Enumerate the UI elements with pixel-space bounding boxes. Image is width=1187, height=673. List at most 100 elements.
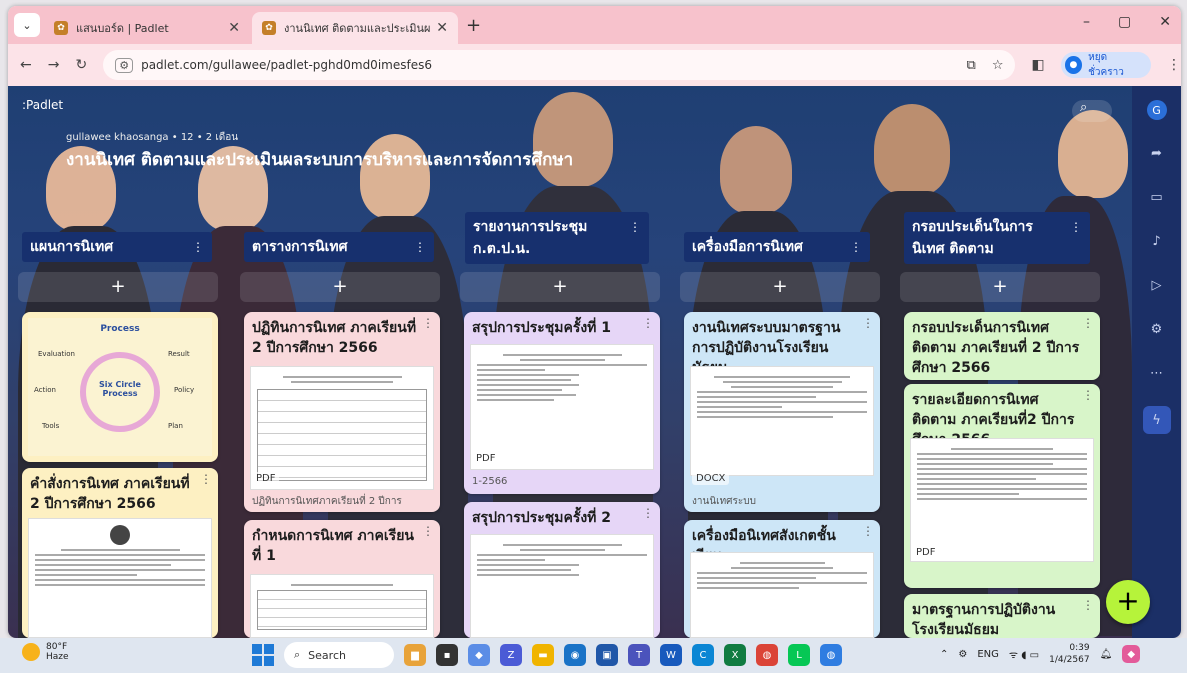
task-view-icon[interactable]: ▪ bbox=[436, 644, 458, 666]
weather-widget[interactable]: 80°F Haze bbox=[22, 642, 69, 662]
language-indicator[interactable]: ENG bbox=[977, 649, 999, 660]
clock[interactable]: 0:39 1/4/2567 bbox=[1049, 642, 1089, 666]
post-card-meeting-1[interactable]: ⋮ สรุปการประชุมครั้งที่ 1 PDF 1-2566 bbox=[464, 312, 660, 494]
browser-menu-icon[interactable]: ⋮ bbox=[1167, 57, 1181, 73]
play-icon[interactable]: ▷ bbox=[1146, 274, 1168, 296]
back-icon[interactable]: ← bbox=[20, 57, 32, 73]
post-menu-icon[interactable]: ⋮ bbox=[642, 316, 654, 330]
section-title: ตารางการนิเทศ bbox=[252, 239, 348, 255]
teams-icon[interactable]: Z bbox=[500, 644, 522, 666]
edge-icon[interactable]: ◉ bbox=[564, 644, 586, 666]
section-more-icon[interactable]: ⋮ bbox=[1070, 216, 1082, 238]
profile-icon[interactable]: G bbox=[1146, 100, 1167, 120]
section-more-icon[interactable]: ⋮ bbox=[850, 236, 862, 258]
section-header-plan[interactable]: แผนการนิเทศ ⋮ bbox=[22, 232, 212, 262]
post-menu-icon[interactable]: ⋮ bbox=[862, 524, 874, 538]
tab-padlet-home[interactable]: ✿ แสนบอร์ด | Padlet ✕ bbox=[44, 12, 250, 44]
section-title: กรอบประเด็นในการนิเทศ ติดตาม bbox=[912, 219, 1033, 257]
reload-icon[interactable]: ↻ bbox=[75, 57, 87, 73]
browser-window: ⌄ ✿ แสนบอร์ด | Padlet ✕ ✿ งานนิเทศ ติดตา… bbox=[8, 6, 1181, 638]
add-post-fab[interactable]: + bbox=[1106, 580, 1150, 624]
store-icon[interactable]: ▣ bbox=[596, 644, 618, 666]
section-header-meeting[interactable]: รายงานการประชุม ก.ต.ป.น. ⋮ bbox=[465, 212, 649, 264]
padlet-logo[interactable]: :Padlet bbox=[22, 98, 63, 112]
forward-icon[interactable]: → bbox=[48, 57, 60, 73]
post-menu-icon[interactable]: ⋮ bbox=[1082, 598, 1094, 612]
board-search-icon[interactable]: ⌕ bbox=[1072, 100, 1112, 122]
start-button[interactable] bbox=[252, 644, 274, 666]
add-post-button[interactable]: + bbox=[680, 272, 880, 302]
post-menu-icon[interactable]: ⋮ bbox=[422, 316, 434, 330]
section-more-icon[interactable]: ⋮ bbox=[192, 236, 204, 258]
copilot-icon[interactable]: ◆ bbox=[1122, 645, 1141, 663]
install-app-icon[interactable]: ⧉ bbox=[967, 58, 976, 73]
tab-search-button[interactable]: ⌄ bbox=[14, 13, 40, 37]
post-menu-icon[interactable]: ⋮ bbox=[642, 506, 654, 520]
post-card-framework[interactable]: ⋮ กรอบประเด็นการนิเทศ ติดตาม ภาคเรียนที่… bbox=[904, 312, 1100, 380]
process-graphic-title: Process bbox=[100, 324, 140, 334]
chrome-profile-icon[interactable]: ◍ bbox=[820, 644, 842, 666]
settings-icon[interactable]: ⚙ bbox=[1146, 318, 1168, 340]
section-more-icon[interactable]: ⋮ bbox=[629, 216, 641, 238]
post-menu-icon[interactable]: ⋮ bbox=[200, 472, 212, 486]
file-explorer-icon[interactable]: ▆ bbox=[404, 644, 426, 666]
process-label: Tools bbox=[42, 422, 60, 430]
post-card-order[interactable]: ⋮ คำสั่งการนิเทศ ภาคเรียนที่ 2 ปีการศึกษ… bbox=[22, 468, 218, 638]
bookmark-star-icon[interactable]: ☆ bbox=[992, 58, 1004, 73]
post-card-calendar[interactable]: ⋮ ปฏิทินการนิเทศ ภาคเรียนที่ 2 ปีการศึกษ… bbox=[244, 312, 440, 512]
close-tab-icon[interactable]: ✕ bbox=[436, 20, 448, 36]
post-menu-icon[interactable]: ⋮ bbox=[422, 524, 434, 538]
process-label: Action bbox=[34, 386, 56, 394]
sidepanel-icon[interactable]: ◧ bbox=[1031, 57, 1044, 73]
word-icon[interactable]: W bbox=[660, 644, 682, 666]
add-post-button[interactable]: + bbox=[18, 272, 218, 302]
teams-chat-icon[interactable]: T bbox=[628, 644, 650, 666]
post-card-framework-details[interactable]: ⋮ รายละเอียดการนิเทศ ติดตาม ภาคเรียนที่2… bbox=[904, 384, 1100, 588]
url-field[interactable]: ⚙ padlet.com/gullawee/padlet-pghd0md0ime… bbox=[103, 50, 1016, 80]
wifi-volume-battery-icon[interactable]: ᯤ ◖ ▭ bbox=[1009, 647, 1039, 661]
bell-icon[interactable]: ♪ bbox=[1146, 230, 1168, 252]
more-icon[interactable]: ⋯ bbox=[1146, 362, 1168, 384]
notification-bell-icon[interactable]: 🔔︎ bbox=[1100, 649, 1113, 660]
section-title: เครื่องมือการนิเทศ bbox=[692, 239, 803, 255]
add-post-button[interactable]: + bbox=[900, 272, 1100, 302]
close-window-button[interactable]: ✕ bbox=[1159, 14, 1171, 30]
post-card-standards-tool[interactable]: ⋮ งานนิเทศระบบมาตรฐานการปฏิบัติงานโรงเรี… bbox=[684, 312, 880, 512]
new-tab-button[interactable]: + bbox=[466, 15, 481, 36]
post-card-meeting-2[interactable]: ⋮ สรุปการประชุมครั้งที่ 2 bbox=[464, 502, 660, 638]
post-card-school-standards[interactable]: ⋮ มาตรฐานการปฏิบัติงานโรงเรียนมัธยม bbox=[904, 594, 1100, 638]
section-header-schedule[interactable]: ตารางการนิเทศ ⋮ bbox=[244, 232, 434, 262]
tab-current-board[interactable]: ✿ งานนิเทศ ติดตามและประเมินผลระบบ ✕ bbox=[252, 12, 458, 44]
share-icon[interactable]: ➦ bbox=[1146, 142, 1168, 164]
section-header-framework[interactable]: กรอบประเด็นในการนิเทศ ติดตาม ⋮ bbox=[904, 212, 1090, 264]
maximize-button[interactable]: ▢ bbox=[1118, 14, 1131, 30]
outlook-icon[interactable]: C bbox=[692, 644, 714, 666]
add-post-button[interactable]: + bbox=[240, 272, 440, 302]
folder-icon[interactable]: ▬ bbox=[532, 644, 554, 666]
line-icon[interactable]: L bbox=[788, 644, 810, 666]
chrome-icon[interactable]: ◍ bbox=[756, 644, 778, 666]
table-preview bbox=[257, 389, 427, 481]
post-menu-icon[interactable]: ⋮ bbox=[862, 316, 874, 330]
tray-overflow-icon[interactable]: ⌃ bbox=[940, 649, 948, 660]
file-type-badge: DOCX bbox=[692, 472, 730, 485]
slideshow-icon[interactable]: ▭ bbox=[1146, 186, 1168, 208]
add-post-button[interactable]: + bbox=[460, 272, 660, 302]
profile-chip[interactable]: ● หยุดชั่วคราว bbox=[1060, 52, 1151, 78]
post-card-observation-tool[interactable]: ⋮ เครื่องมือนิเทศสังเกตชั้นเรียน bbox=[684, 520, 880, 638]
widgets-icon[interactable]: ◆ bbox=[468, 644, 490, 666]
network-settings-icon[interactable]: ⚙ bbox=[958, 649, 967, 660]
minimize-button[interactable]: – bbox=[1083, 14, 1090, 30]
taskbar-search[interactable]: ⌕ Search bbox=[284, 642, 394, 668]
section-header-tools[interactable]: เครื่องมือการนิเทศ ⋮ bbox=[684, 232, 870, 262]
close-tab-icon[interactable]: ✕ bbox=[228, 20, 240, 36]
excel-icon[interactable]: X bbox=[724, 644, 746, 666]
post-menu-icon[interactable]: ⋮ bbox=[1082, 316, 1094, 330]
tab-title: แสนบอร์ด | Padlet bbox=[76, 22, 169, 35]
site-info-icon[interactable]: ⚙ bbox=[115, 57, 134, 73]
section-more-icon[interactable]: ⋮ bbox=[414, 236, 426, 258]
post-card-timetable[interactable]: ⋮ กำหนดการนิเทศ ภาคเรียนที่ 1 bbox=[244, 520, 440, 638]
bolt-icon[interactable]: ϟ bbox=[1142, 406, 1171, 434]
post-menu-icon[interactable]: ⋮ bbox=[1082, 388, 1094, 402]
post-card-process[interactable]: ⋮ Process Six Circle Process Evaluation … bbox=[22, 312, 218, 462]
